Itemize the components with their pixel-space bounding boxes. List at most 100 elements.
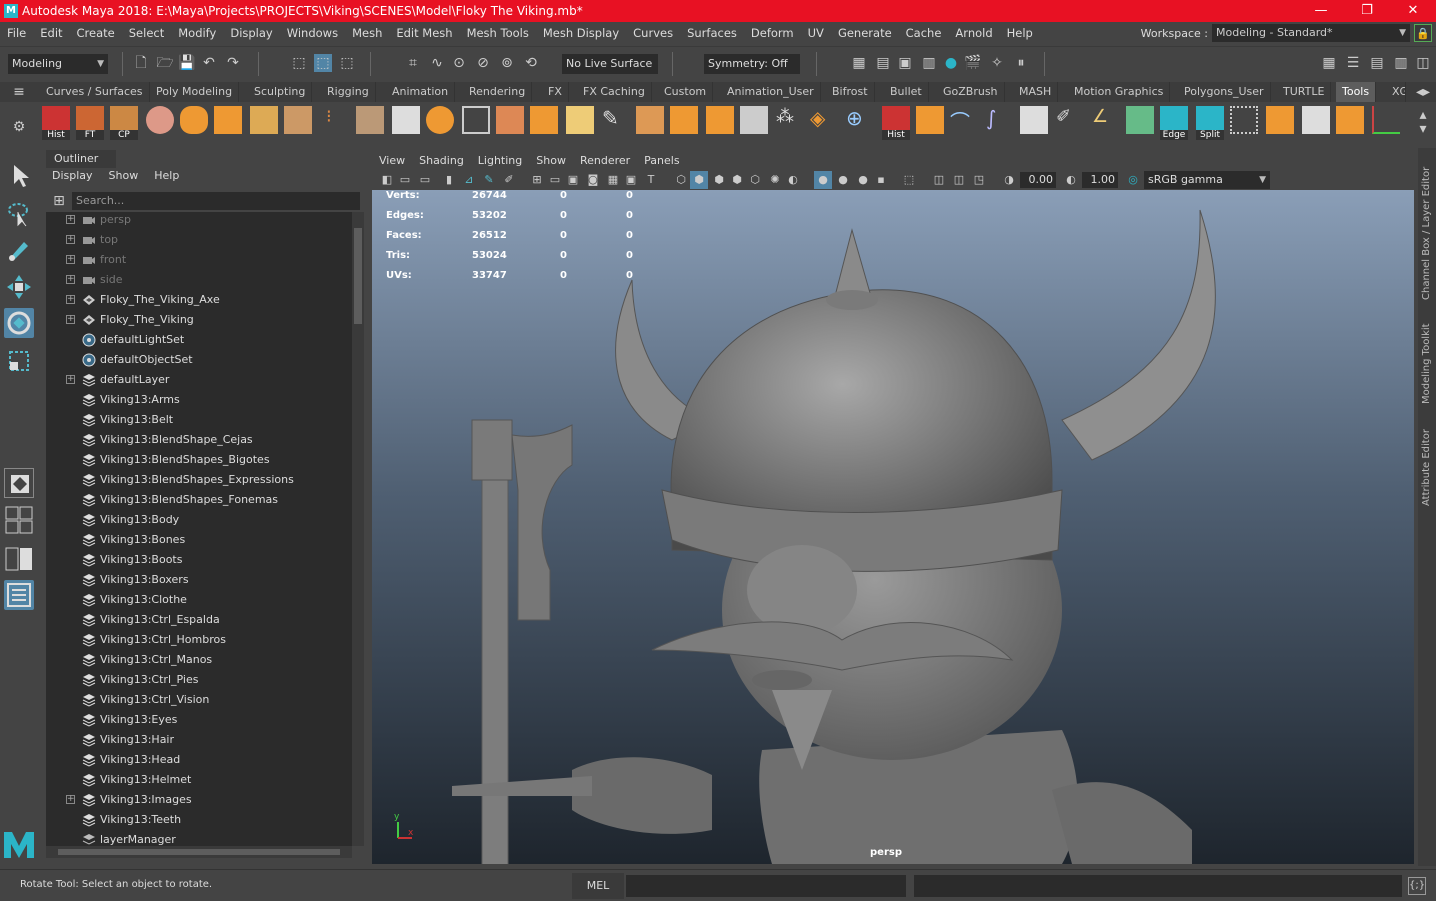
outliner-item[interactable]: + defaultLayer xyxy=(46,370,352,390)
separate-icon[interactable] xyxy=(496,106,524,134)
combine-icon[interactable] xyxy=(392,106,420,134)
channel-box-tab[interactable]: Channel Box / Layer Editor xyxy=(1418,158,1436,308)
outliner-item[interactable]: Viking13:BlendShapes_Expressions xyxy=(46,470,352,490)
expand-icon[interactable]: + xyxy=(66,215,75,224)
outliner-item[interactable]: Viking13:Ctrl_Hombros xyxy=(46,630,352,650)
backface-culling-icon[interactable]: ◳ xyxy=(970,171,988,189)
shadows-icon[interactable]: ◐ xyxy=(784,171,802,189)
smooth-shade-icon[interactable]: ⬢ xyxy=(690,171,708,189)
collapse-icon[interactable]: ⁂ xyxy=(776,106,804,134)
ipr-render-icon[interactable]: ▣ xyxy=(896,54,914,72)
viewport-menu-renderer[interactable]: Renderer xyxy=(573,154,637,167)
menu-mesh[interactable]: Mesh xyxy=(345,26,389,40)
outliner-item[interactable]: Viking13:Ctrl_Vision xyxy=(46,690,352,710)
expand-icon[interactable]: + xyxy=(66,795,75,804)
script-language-button[interactable]: MEL xyxy=(572,873,624,899)
four-view-layout-icon[interactable] xyxy=(4,504,34,536)
quad-draw-icon[interactable]: ✎ xyxy=(602,106,630,134)
select-component-icon[interactable]: ⬚ xyxy=(338,54,356,72)
gamma-icon[interactable]: ◐ xyxy=(1062,171,1080,189)
shelf-scroll-down-icon[interactable]: ▾ xyxy=(1414,120,1432,138)
shelf-tab-bullet[interactable]: Bullet xyxy=(884,82,929,102)
tool-settings-icon[interactable]: ▤ xyxy=(1368,54,1386,72)
menu-help[interactable]: Help xyxy=(1000,26,1040,40)
shelf-tab-animation[interactable]: Animation xyxy=(386,82,456,102)
menu-select[interactable]: Select xyxy=(122,26,171,40)
menu-cache[interactable]: Cache xyxy=(899,26,949,40)
stack-cubes-icon[interactable] xyxy=(1336,106,1364,134)
field-chart-icon[interactable]: ▦ xyxy=(604,171,622,189)
snap-together-icon[interactable] xyxy=(1302,106,1330,134)
menu-edit-mesh[interactable]: Edit Mesh xyxy=(389,26,459,40)
shelf-tab-polygons-user[interactable]: Polygons_User xyxy=(1178,82,1271,102)
delete-history-icon[interactable]: Hist xyxy=(42,106,70,140)
multi-cut-icon[interactable] xyxy=(462,106,490,134)
command-line-input[interactable] xyxy=(626,875,906,897)
select-object-icon[interactable]: ⬚ xyxy=(314,54,332,72)
pencil-tool-icon[interactable]: ✐ xyxy=(1056,106,1084,134)
view-transform-dropdown[interactable]: sRGB gamma ▼ xyxy=(1144,171,1270,189)
shelf-tab-motion-graphics[interactable]: Motion Graphics xyxy=(1068,82,1171,102)
outliner-item[interactable]: Viking13:Belt xyxy=(46,410,352,430)
move-tool-icon[interactable] xyxy=(4,272,34,302)
shelf-menu-icon[interactable]: ≡ xyxy=(10,83,28,101)
depth-of-field-icon[interactable]: ▪ xyxy=(872,171,890,189)
new-scene-icon[interactable]: 🗋 xyxy=(132,54,150,72)
menu-windows[interactable]: Windows xyxy=(280,26,345,40)
single-perspective-layout-icon[interactable] xyxy=(4,468,34,498)
resolution-gate-icon[interactable]: ▣ xyxy=(564,171,582,189)
outliner-hscroll[interactable] xyxy=(46,846,352,858)
viewport-canvas[interactable]: Verts: 26744 0 0 Edges: 53202 0 0 Faces: 26512 0 0 T… xyxy=(372,190,1414,864)
image-plane-icon[interactable]: ▮ xyxy=(440,171,458,189)
outliner-item[interactable]: Viking13:Eyes xyxy=(46,710,352,730)
shelf-scroll-icon[interactable]: ◂▸ xyxy=(1414,83,1432,101)
isolate-select-icon[interactable]: ⬚ xyxy=(900,171,918,189)
shelf-tab-sculpting[interactable]: Sculpting xyxy=(248,82,313,102)
minimize-icon[interactable]: — xyxy=(1298,0,1344,22)
menu-deform[interactable]: Deform xyxy=(744,26,801,40)
expand-icon[interactable]: + xyxy=(66,375,75,384)
axis-icon[interactable] xyxy=(1372,106,1400,134)
outliner-item[interactable]: + Floky_The_Viking xyxy=(46,310,352,330)
mirror-icon[interactable] xyxy=(566,106,594,134)
workspace-dropdown[interactable]: Modeling - Standard* xyxy=(1212,24,1410,42)
shelf-tab-fx-caching[interactable]: FX Caching xyxy=(577,82,652,102)
outliner-item[interactable]: layerManager xyxy=(46,830,352,846)
snap-surface-icon[interactable]: ⊚ xyxy=(498,54,516,72)
outliner-item[interactable]: Viking13:Bones xyxy=(46,530,352,550)
outliner-item[interactable]: + top xyxy=(46,230,352,250)
motion-blur-icon[interactable]: ● xyxy=(834,171,852,189)
soft-select-icon[interactable]: ⊕ xyxy=(846,106,874,134)
attribute-editor-icon[interactable]: ☰ xyxy=(1344,54,1362,72)
menu-mesh-tools[interactable]: Mesh Tools xyxy=(460,26,536,40)
menu-file[interactable]: File xyxy=(0,26,33,40)
outliner-menu-help[interactable]: Help xyxy=(146,168,187,186)
shelf-tab-fx[interactable]: FX xyxy=(542,82,569,102)
shelf-tab-rigging[interactable]: Rigging xyxy=(321,82,376,102)
outliner-item[interactable]: + persp xyxy=(46,212,352,230)
shelf-tab-xgen[interactable]: XG xyxy=(1386,82,1406,102)
symmetry-dropdown[interactable]: Symmetry: Off xyxy=(704,54,800,74)
outliner-item[interactable]: Viking13:Clothe xyxy=(46,590,352,610)
textured-icon[interactable]: ⬢ xyxy=(728,171,746,189)
paint-select-tool-icon[interactable] xyxy=(4,234,34,264)
shelf-tab-turtle[interactable]: TURTLE xyxy=(1277,82,1332,102)
grid-icon[interactable]: ⊞ xyxy=(528,171,546,189)
outliner-item[interactable]: + Floky_The_Viking_Axe xyxy=(46,290,352,310)
lasso-tool-icon[interactable] xyxy=(4,198,34,228)
outliner-item[interactable]: Viking13:Teeth xyxy=(46,810,352,830)
script-editor-icon[interactable]: {;} xyxy=(1408,877,1426,895)
outliner-item[interactable]: Viking13:Hair xyxy=(46,730,352,750)
wedge-icon[interactable] xyxy=(916,106,944,134)
slide-edge-icon[interactable] xyxy=(740,106,768,134)
shelf-tab-tools[interactable]: Tools xyxy=(1336,82,1377,102)
persp-outliner-layout-icon[interactable] xyxy=(4,544,34,574)
expand-icon[interactable]: + xyxy=(66,315,75,324)
outliner-item[interactable]: defaultObjectSet xyxy=(46,350,352,370)
xray-icon[interactable]: ⬡ xyxy=(746,171,764,189)
select-tool-icon[interactable] xyxy=(4,160,34,190)
center-pivot-icon[interactable]: CP xyxy=(110,106,138,140)
shelf-tab-custom[interactable]: Custom xyxy=(658,82,714,102)
xray-joints-icon[interactable]: ◫ xyxy=(930,171,948,189)
outliner-item[interactable]: Viking13:Boots xyxy=(46,550,352,570)
